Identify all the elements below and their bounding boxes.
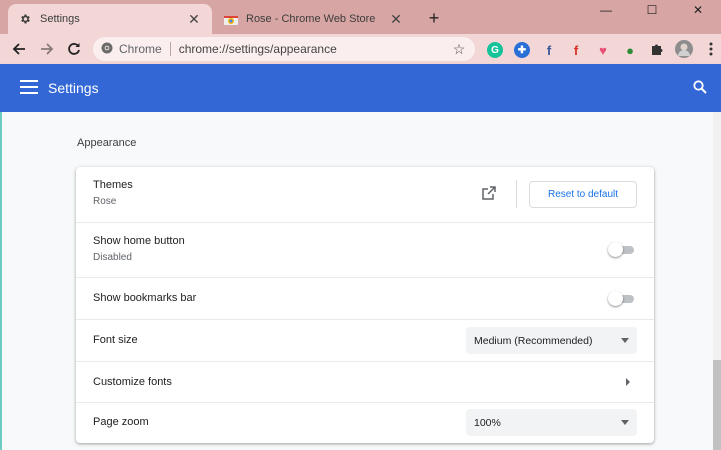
customize-fonts-label: Customize fonts xyxy=(93,376,172,388)
page-zoom-label: Page zoom xyxy=(93,416,149,428)
extension-blue-icon[interactable]: ✚ xyxy=(514,42,530,58)
tab-settings[interactable]: Settings ✕ xyxy=(8,4,212,34)
font-size-value: Medium (Recommended) xyxy=(474,334,593,347)
heart-icon[interactable]: ♥ xyxy=(595,42,611,58)
arrow-right-icon xyxy=(41,43,54,55)
close-window-button[interactable]: ✕ xyxy=(675,0,721,20)
tab-title: Rose - Chrome Web Store xyxy=(246,13,376,25)
chrome-icon xyxy=(101,42,113,57)
grammarly-icon[interactable]: G xyxy=(487,42,503,58)
themes-value: Rose xyxy=(93,196,117,207)
reload-button[interactable] xyxy=(62,37,86,61)
font-size-label: Font size xyxy=(93,334,138,346)
open-in-new-icon[interactable] xyxy=(482,186,498,202)
url-text: chrome://settings/appearance xyxy=(178,42,337,56)
chevron-right-icon[interactable] xyxy=(626,378,630,386)
minimize-button[interactable]: — xyxy=(583,0,629,20)
facebook-red-icon[interactable]: f xyxy=(568,42,584,58)
row-show-bookmarks-bar[interactable]: Show bookmarks bar xyxy=(76,277,654,319)
close-icon[interactable]: ✕ xyxy=(388,11,404,27)
appearance-card: Themes Rose Reset to default Show home b… xyxy=(76,167,654,443)
maximize-button[interactable]: ☐ xyxy=(629,0,675,20)
reload-icon xyxy=(68,43,80,55)
themes-separator xyxy=(516,180,517,208)
bookmarks-bar-toggle[interactable] xyxy=(608,291,636,307)
chrome-web-store-icon xyxy=(224,12,238,26)
facebook-icon[interactable]: f xyxy=(541,42,557,58)
tab-rose-web-store[interactable]: Rose - Chrome Web Store ✕ xyxy=(214,4,414,34)
extensions-button[interactable] xyxy=(645,37,669,61)
dropdown-arrow-icon xyxy=(621,338,629,343)
tab-strip: Settings ✕ Rose - Chrome Web Store ✕ + —… xyxy=(0,0,721,34)
row-font-size: Font size Medium (Recommended) xyxy=(76,319,654,361)
row-themes: Themes Rose Reset to default xyxy=(76,167,654,222)
settings-header: Settings xyxy=(0,64,721,112)
hamburger-menu-icon[interactable] xyxy=(20,80,38,96)
more-menu-icon[interactable] xyxy=(699,37,721,61)
row-customize-fonts[interactable]: Customize fonts xyxy=(76,361,654,402)
site-chip: Chrome xyxy=(119,42,162,56)
window-edge xyxy=(0,112,2,450)
puzzle-icon xyxy=(652,44,663,55)
font-size-select[interactable]: Medium (Recommended) xyxy=(466,327,637,354)
home-button-label: Show home button xyxy=(93,235,185,247)
page-zoom-value: 100% xyxy=(474,416,501,429)
forward-button[interactable] xyxy=(35,37,59,61)
star-icon[interactable]: ☆ xyxy=(451,41,467,57)
omnibox-separator xyxy=(169,42,171,56)
bookmarks-bar-label: Show bookmarks bar xyxy=(93,292,197,304)
scrollbar-thumb[interactable] xyxy=(713,360,721,450)
home-button-toggle[interactable] xyxy=(608,242,636,258)
back-button[interactable] xyxy=(7,37,31,61)
close-icon[interactable]: ✕ xyxy=(186,11,202,27)
page-title: Settings xyxy=(48,80,99,96)
section-title: Appearance xyxy=(77,137,137,149)
page-zoom-select[interactable]: 100% xyxy=(466,409,637,436)
tab-title: Settings xyxy=(40,13,80,25)
dropdown-arrow-icon xyxy=(621,420,629,425)
browser-toolbar: Chrome chrome://settings/appearance ☆ G … xyxy=(0,34,721,64)
row-show-home-button[interactable]: Show home button Disabled xyxy=(76,222,654,277)
new-tab-button[interactable]: + xyxy=(424,8,444,28)
row-page-zoom: Page zoom 100% xyxy=(76,402,654,443)
home-button-value: Disabled xyxy=(93,252,132,263)
avatar[interactable] xyxy=(672,37,696,61)
reset-theme-button[interactable]: Reset to default xyxy=(529,181,637,208)
gear-icon xyxy=(18,12,32,26)
arrow-left-icon xyxy=(12,43,25,55)
globe-icon[interactable]: ● xyxy=(622,42,638,58)
search-icon[interactable] xyxy=(693,80,709,96)
themes-label: Themes xyxy=(93,179,133,191)
address-bar[interactable]: Chrome chrome://settings/appearance ☆ xyxy=(93,37,475,61)
